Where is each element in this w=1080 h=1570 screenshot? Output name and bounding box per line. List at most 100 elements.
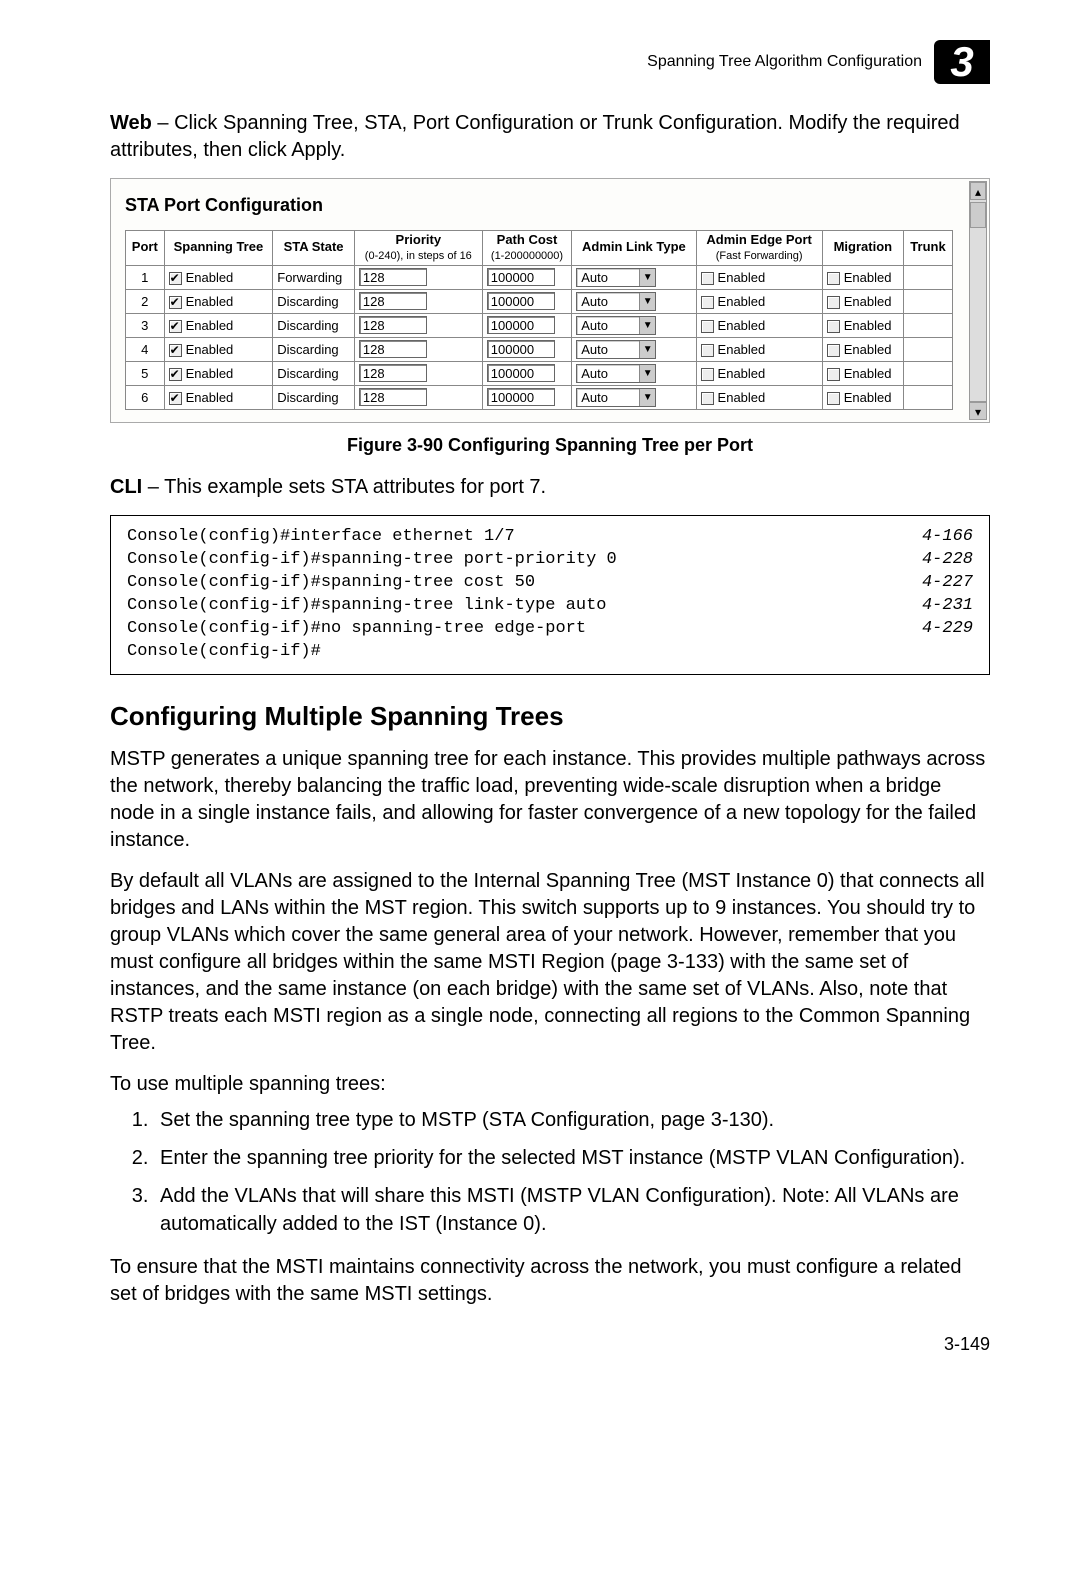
path-cost-input[interactable]: 100000 xyxy=(487,292,555,310)
admin-edge-checkbox[interactable] xyxy=(701,344,714,357)
priority-input[interactable]: 128 xyxy=(359,316,427,334)
cli-command: Console(config-if)#no spanning-tree edge… xyxy=(127,618,586,641)
cell-trunk xyxy=(903,265,952,289)
cell-port: 1 xyxy=(126,265,165,289)
cell-spanning-tree: Enabled xyxy=(164,289,273,313)
col-sta-state: STA State xyxy=(273,231,355,266)
migration-checkbox[interactable] xyxy=(827,344,840,357)
migration-checkbox[interactable] xyxy=(827,368,840,381)
cell-migration: Enabled xyxy=(822,337,903,361)
cell-spanning-tree: Enabled xyxy=(164,265,273,289)
cli-line: Console(config-if)#spanning-tree cost 50… xyxy=(127,572,973,595)
web-text: – Click Spanning Tree, STA, Port Configu… xyxy=(110,112,960,161)
section-heading: Configuring Multiple Spanning Trees xyxy=(110,701,990,732)
priority-input[interactable]: 128 xyxy=(359,364,427,382)
cli-page-ref: 4-231 xyxy=(922,595,973,618)
steps-list: Set the spanning tree type to MSTP (STA … xyxy=(110,1106,990,1238)
admin-link-type-select[interactable]: Auto▼ xyxy=(576,388,656,407)
admin-link-type-select[interactable]: Auto▼ xyxy=(576,364,656,383)
cli-intro: CLI – This example sets STA attributes f… xyxy=(110,474,990,501)
scroll-up-arrow-icon[interactable]: ▴ xyxy=(970,182,986,200)
cell-admin-link: Auto▼ xyxy=(572,337,696,361)
col-spanning-tree: Spanning Tree xyxy=(164,231,273,266)
admin-link-type-select[interactable]: Auto▼ xyxy=(576,292,656,311)
table-row: 4EnabledDiscarding128100000Auto▼EnabledE… xyxy=(126,337,953,361)
cli-page-ref: 4-166 xyxy=(922,526,973,549)
cell-path-cost: 100000 xyxy=(482,385,571,409)
cell-spanning-tree: Enabled xyxy=(164,385,273,409)
list-item: Enter the spanning tree priority for the… xyxy=(154,1144,990,1172)
cell-spanning-tree: Enabled xyxy=(164,361,273,385)
enabled-label: Enabled xyxy=(844,366,892,381)
page-number: 3-149 xyxy=(110,1334,990,1355)
priority-input[interactable]: 128 xyxy=(359,388,427,406)
spanning-tree-checkbox[interactable] xyxy=(169,320,182,333)
col-migration: Migration xyxy=(822,231,903,266)
cli-example-box: Console(config)#interface ethernet 1/74-… xyxy=(110,515,990,675)
path-cost-input[interactable]: 100000 xyxy=(487,268,555,286)
spanning-tree-checkbox[interactable] xyxy=(169,368,182,381)
spanning-tree-checkbox[interactable] xyxy=(169,272,182,285)
select-value: Auto xyxy=(581,318,608,333)
cell-spanning-tree: Enabled xyxy=(164,337,273,361)
admin-edge-checkbox[interactable] xyxy=(701,296,714,309)
web-label: Web xyxy=(110,112,152,134)
migration-checkbox[interactable] xyxy=(827,320,840,333)
enabled-label: Enabled xyxy=(844,270,892,285)
spanning-tree-checkbox[interactable] xyxy=(169,344,182,357)
priority-input[interactable]: 128 xyxy=(359,340,427,358)
enabled-label: Enabled xyxy=(718,270,766,285)
chevron-down-icon: ▼ xyxy=(639,269,655,286)
scroll-thumb[interactable] xyxy=(970,202,986,228)
cell-priority: 128 xyxy=(354,289,482,313)
admin-link-type-select[interactable]: Auto▼ xyxy=(576,340,656,359)
priority-input[interactable]: 128 xyxy=(359,292,427,310)
horizontal-scroll-arrow-icon[interactable]: ▾ xyxy=(969,402,987,420)
cell-admin-edge: Enabled xyxy=(696,385,822,409)
spanning-tree-checkbox[interactable] xyxy=(169,296,182,309)
table-row: 6EnabledDiscarding128100000Auto▼EnabledE… xyxy=(126,385,953,409)
cell-migration: Enabled xyxy=(822,385,903,409)
admin-link-type-select[interactable]: Auto▼ xyxy=(576,316,656,335)
cell-trunk xyxy=(903,289,952,313)
cell-priority: 128 xyxy=(354,337,482,361)
migration-checkbox[interactable] xyxy=(827,296,840,309)
enabled-label: Enabled xyxy=(844,342,892,357)
cell-trunk xyxy=(903,361,952,385)
migration-checkbox[interactable] xyxy=(827,392,840,405)
cell-sta-state: Discarding xyxy=(273,385,355,409)
mstp-para-2: By default all VLANs are assigned to the… xyxy=(110,868,990,1057)
path-cost-input[interactable]: 100000 xyxy=(487,388,555,406)
admin-link-type-select[interactable]: Auto▼ xyxy=(576,268,656,287)
cell-priority: 128 xyxy=(354,265,482,289)
migration-checkbox[interactable] xyxy=(827,272,840,285)
spanning-tree-checkbox[interactable] xyxy=(169,392,182,405)
chevron-down-icon: ▼ xyxy=(639,293,655,310)
cell-port: 4 xyxy=(126,337,165,361)
cell-admin-link: Auto▼ xyxy=(572,385,696,409)
cli-command: Console(config-if)#spanning-tree port-pr… xyxy=(127,549,617,572)
select-value: Auto xyxy=(581,366,608,381)
cell-migration: Enabled xyxy=(822,313,903,337)
admin-edge-checkbox[interactable] xyxy=(701,320,714,333)
table-row: 2EnabledDiscarding128100000Auto▼EnabledE… xyxy=(126,289,953,313)
cell-port: 5 xyxy=(126,361,165,385)
cell-migration: Enabled xyxy=(822,361,903,385)
col-port: Port xyxy=(126,231,165,266)
cell-sta-state: Discarding xyxy=(273,313,355,337)
vertical-scrollbar[interactable]: ▴ ▾ xyxy=(969,181,987,420)
cli-line: Console(config-if)#spanning-tree port-pr… xyxy=(127,549,973,572)
select-value: Auto xyxy=(581,342,608,357)
path-cost-input[interactable]: 100000 xyxy=(487,316,555,334)
path-cost-input[interactable]: 100000 xyxy=(487,364,555,382)
cell-path-cost: 100000 xyxy=(482,313,571,337)
path-cost-input[interactable]: 100000 xyxy=(487,340,555,358)
list-item: Add the VLANs that will share this MSTI … xyxy=(154,1182,990,1238)
priority-input[interactable]: 128 xyxy=(359,268,427,286)
admin-edge-checkbox[interactable] xyxy=(701,392,714,405)
table-row: 5EnabledDiscarding128100000Auto▼EnabledE… xyxy=(126,361,953,385)
admin-edge-checkbox[interactable] xyxy=(701,368,714,381)
cli-command: Console(config-if)#spanning-tree cost 50 xyxy=(127,572,535,595)
admin-edge-checkbox[interactable] xyxy=(701,272,714,285)
enabled-label: Enabled xyxy=(718,390,766,405)
